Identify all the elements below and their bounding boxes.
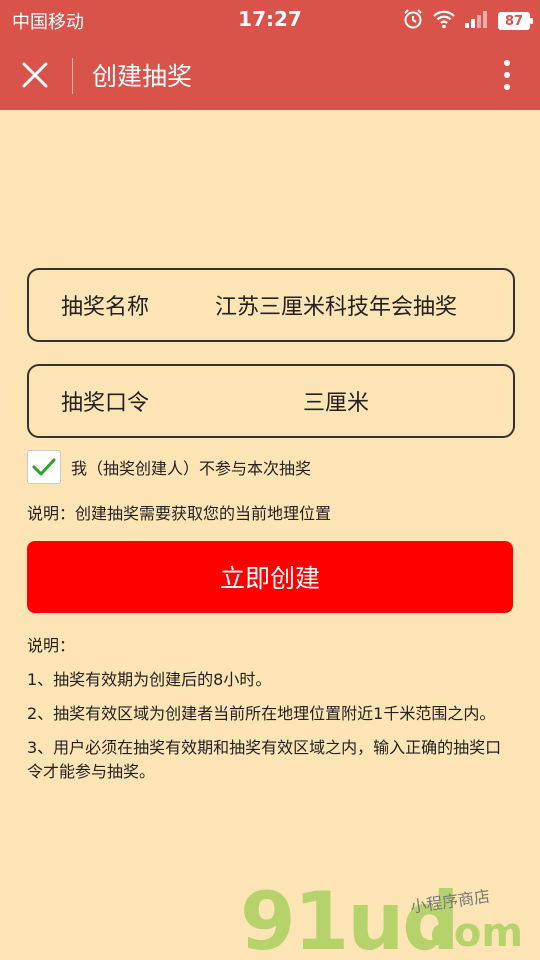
more-dot-icon — [504, 72, 510, 78]
page-title: 创建抽奖 — [92, 62, 193, 91]
status-bar: 中国移动 17:27 87 — [0, 0, 540, 38]
top-bar: 中国移动 17:27 87 创建抽奖 — [0, 0, 540, 110]
battery-icon: 87 — [498, 12, 533, 30]
create-button[interactable]: 立即创建 — [27, 541, 513, 613]
watermark-domain: .com — [415, 910, 524, 956]
status-icons: 87 — [402, 8, 533, 34]
lottery-name-label: 抽奖名称 — [61, 295, 150, 320]
instructions: 说明： 1、抽奖有效期为创建后的8小时。 2、抽奖有效区域为创建者当前所在地理位… — [27, 634, 513, 794]
wifi-icon — [432, 9, 456, 33]
lottery-code-label: 抽奖口令 — [61, 391, 150, 416]
signal-icon — [464, 9, 490, 33]
more-dot-icon — [504, 84, 510, 90]
lottery-name-field[interactable]: 抽奖名称 江苏三厘米科技年会抽奖 — [27, 268, 515, 342]
watermark-logo: 91ud .com 小程序商店 — [240, 875, 540, 960]
close-icon — [22, 62, 48, 88]
lottery-code-field[interactable]: 抽奖口令 三厘米 — [27, 364, 515, 438]
instruction-item: 2、抽奖有效区域为创建者当前所在地理位置附近1千米范围之内。 — [27, 704, 496, 723]
lottery-name-input[interactable]: 江苏三厘米科技年会抽奖 — [179, 289, 493, 321]
exclude-creator-label: 我（抽奖创建人）不参与本次抽奖 — [71, 459, 312, 478]
location-note: 说明：创建抽奖需要获取您的当前地理位置 — [27, 504, 332, 523]
more-dot-icon — [504, 60, 510, 66]
instructions-heading: 说明： — [27, 636, 76, 655]
checkmark-icon — [32, 458, 56, 476]
alarm-icon — [402, 8, 424, 34]
nav-bar: 创建抽奖 — [0, 38, 540, 110]
more-menu-button[interactable] — [492, 52, 522, 98]
lottery-code-input[interactable]: 三厘米 — [179, 385, 493, 417]
instruction-item: 3、用户必须在抽奖有效期和抽奖有效区域之内，输入正确的抽奖口令才能参与抽奖。 — [27, 738, 502, 781]
close-button[interactable] — [14, 54, 56, 96]
exclude-creator-checkbox[interactable] — [27, 450, 61, 484]
exclude-creator-option[interactable]: 我（抽奖创建人）不参与本次抽奖 — [27, 450, 311, 484]
header-divider — [72, 58, 73, 94]
instruction-item: 1、抽奖有效期为创建后的8小时。 — [27, 670, 272, 689]
